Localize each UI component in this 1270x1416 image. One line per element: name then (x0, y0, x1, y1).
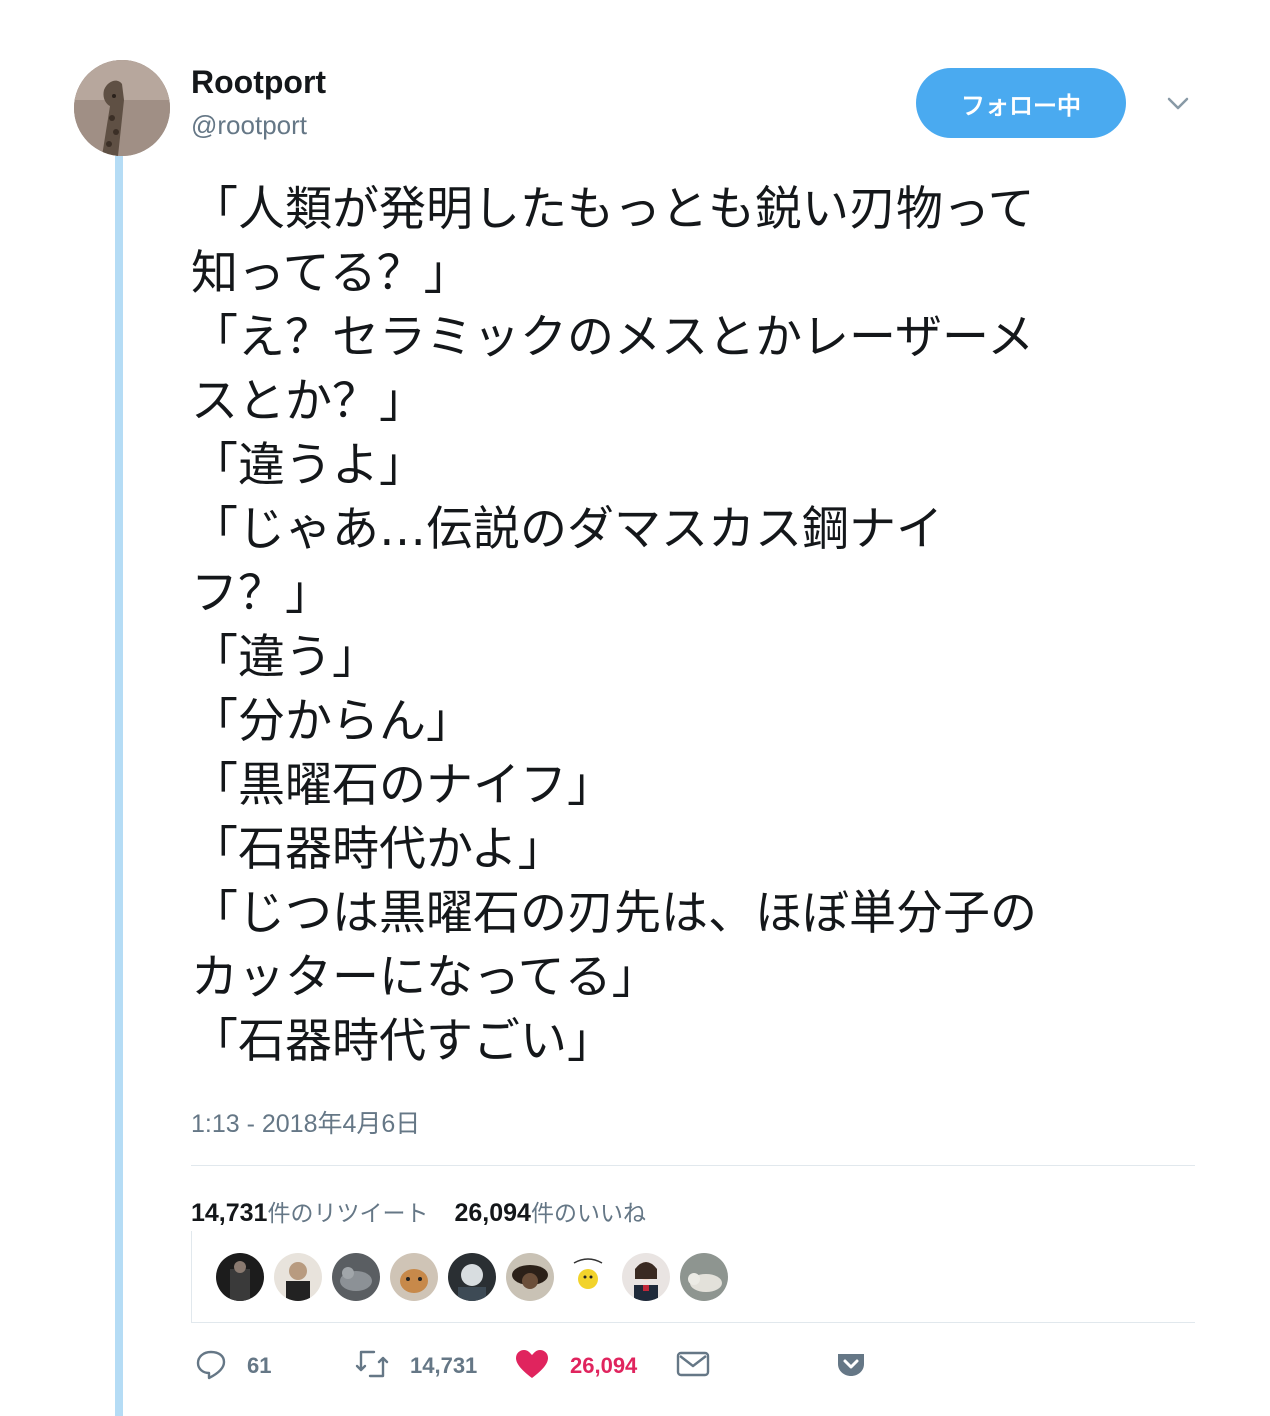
tweet-text-line: 「分からん」 (191, 694, 473, 749)
tweet-text-line: 「え？セラミックのメスとかレーザーメ (191, 310, 1035, 365)
tweet-timestamp[interactable]: 1:13 - 2018年4月6日 (191, 1104, 420, 1140)
tweet-text: 「人類が発明したもっとも鋭い刃物って 知ってる？」 「え？セラミックのメスとかレ… (191, 178, 1191, 1074)
chevron-down-icon[interactable] (1164, 90, 1192, 118)
like-stat-count: 26,094 (454, 1199, 531, 1227)
liker-avatar[interactable] (506, 1253, 554, 1301)
like-button[interactable]: 26,094 (514, 1346, 637, 1386)
heart-icon (514, 1348, 550, 1384)
liker-avatar[interactable] (680, 1253, 728, 1301)
liker-avatar[interactable] (216, 1253, 264, 1301)
tweet-text-line: フ？」 (191, 566, 332, 621)
retweet-button[interactable]: 14,731 (354, 1346, 477, 1386)
tweet-text-line: 「違う」 (191, 630, 379, 685)
retweet-stat-label: 件のリツイート (267, 1201, 429, 1227)
tweet-text-line: 「違うよ」 (191, 438, 426, 493)
liker-avatar[interactable] (332, 1253, 380, 1301)
tweet-text-line: スとか？」 (191, 374, 426, 429)
tweet-actions: 61 14,731 26,094 (0, 1346, 1270, 1386)
retweet-stat[interactable]: 14,731件のリツイート (191, 1194, 428, 1228)
liker-avatar[interactable] (390, 1253, 438, 1301)
liker-avatar[interactable] (274, 1253, 322, 1301)
like-stat[interactable]: 26,094件のいいね (454, 1194, 645, 1228)
thread-line (115, 156, 123, 1416)
like-stat-label: 件のいいね (530, 1201, 646, 1227)
tweet-stats: 14,731件のリツイート 26,094件のいいね (191, 1194, 646, 1228)
tweet-text-line: 「じゃあ…伝説のダマスカス鋼ナイ (191, 502, 943, 557)
liker-avatar[interactable] (448, 1253, 496, 1301)
retweet-count: 14,731 (410, 1353, 478, 1378)
tweet-text-line: 「黒曜石のナイフ」 (191, 758, 614, 813)
liker-avatar[interactable] (622, 1253, 670, 1301)
tweet-text-line: カッターになってる」 (191, 950, 659, 1005)
author-name[interactable]: Rootport (191, 64, 326, 101)
divider (191, 1165, 1195, 1166)
tweet-text-line: 「じつは黒曜石の刃先は、ほぼ単分子の (191, 886, 1037, 941)
direct-message-button[interactable] (676, 1346, 710, 1386)
tweet-text-line: 「石器時代かよ」 (191, 822, 565, 877)
author-handle[interactable]: @rootport (191, 110, 307, 141)
tweet-text-line: 「人類が発明したもっとも鋭い刃物って (191, 182, 1035, 237)
retweet-stat-count: 14,731 (191, 1199, 268, 1227)
pocket-icon (835, 1348, 867, 1384)
giraffe-avatar-image (74, 60, 170, 156)
retweet-icon (354, 1348, 390, 1384)
pocket-button[interactable] (835, 1346, 867, 1386)
liker-avatar[interactable] (564, 1253, 612, 1301)
following-button[interactable]: フォロー中 (916, 68, 1126, 138)
author-avatar[interactable] (74, 60, 170, 156)
reply-icon (195, 1348, 227, 1384)
tweet-text-line: 知ってる？」 (191, 246, 471, 301)
reply-count: 61 (247, 1353, 272, 1378)
like-count: 26,094 (570, 1353, 638, 1378)
envelope-icon (676, 1349, 710, 1383)
reply-button[interactable]: 61 (195, 1346, 271, 1386)
tweet-text-line: 「石器時代すごい」 (191, 1014, 614, 1069)
